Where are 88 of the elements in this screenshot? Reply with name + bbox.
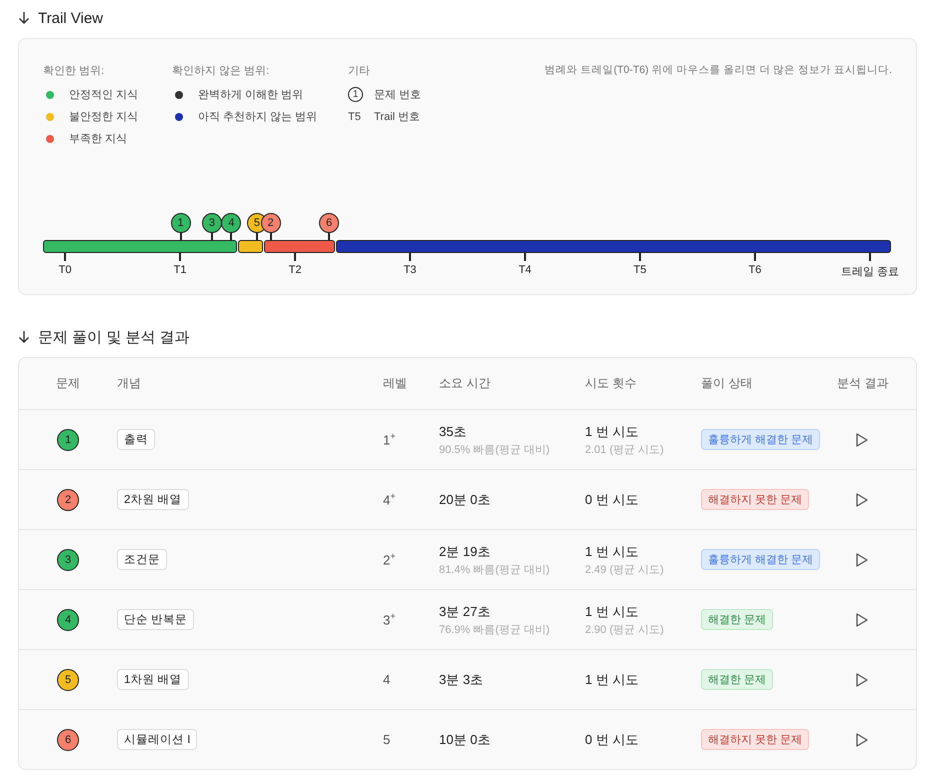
concept-tag: 1차원 배열 <box>117 669 189 690</box>
play-button[interactable] <box>855 672 869 688</box>
problem-number: 4 <box>57 608 79 630</box>
time-text: 35초 <box>439 422 468 440</box>
time-note: 81.4% 빠름(평균 대비) <box>439 562 551 576</box>
time-text: 10분 0초 <box>439 730 492 748</box>
legend-label: 아직 추천하지 않는 범위 <box>198 110 318 124</box>
play-button[interactable] <box>855 492 869 508</box>
concept-tag: 출력 <box>117 429 155 450</box>
play-button[interactable] <box>855 732 869 748</box>
column-header: 소요 시간 <box>439 375 492 392</box>
arrow-down-icon <box>18 330 30 344</box>
problem-marker[interactable]: 3 <box>202 213 222 233</box>
play-button[interactable] <box>855 612 869 628</box>
trail-label[interactable]: T4 <box>518 264 532 276</box>
time-text: 20분 0초 <box>439 490 492 508</box>
attempts-text: 0 번 시도 <box>585 490 640 508</box>
trail-label[interactable]: T6 <box>748 264 762 276</box>
legend-label: Trail 번호 <box>374 110 420 124</box>
time-text: 2분 19초 <box>439 542 492 560</box>
problem-marker[interactable]: 4 <box>221 213 242 233</box>
time-text: 3분 3초 <box>439 670 484 688</box>
trail-segment[interactable] <box>43 240 238 253</box>
trail-number-symbol: T5 <box>348 110 362 122</box>
attempts-note: 2.49 (평균 시도) <box>585 562 665 576</box>
status-badge: 해결하지 못한 문제 <box>701 489 810 510</box>
trail-label[interactable]: 트레일 종료 <box>840 264 899 279</box>
play-button[interactable] <box>855 552 869 568</box>
problem-marker[interactable]: 2 <box>260 213 281 233</box>
legend-label: 부족한 지식 <box>69 132 128 146</box>
legend-label: 문제 번호 <box>374 88 422 102</box>
status-badge: 훌륭하게 해결한 문제 <box>701 549 820 570</box>
legend-label: 안정적인 지식 <box>69 88 138 102</box>
legend-title: 기타 <box>348 64 371 78</box>
problem-marker[interactable]: 1 <box>170 213 191 233</box>
trail-segment[interactable] <box>238 240 263 253</box>
legend-title: 확인한 범위: <box>43 64 106 78</box>
hint-text: 범례와 트레일(T0-T6) 위에 마우스를 올리면 더 많은 정보가 표시됩니다. <box>544 63 892 78</box>
trail-label[interactable]: T1 <box>174 264 186 276</box>
attempts-text: 1 번 시도 <box>585 670 640 688</box>
trail-label[interactable]: T5 <box>634 264 646 276</box>
legend-label: 완벽하게 이해한 범위 <box>198 88 304 102</box>
trail-label[interactable]: T2 <box>288 264 302 276</box>
level-text: 5 <box>383 732 392 747</box>
column-header: 개념 <box>117 375 142 392</box>
column-header: 분석 결과 <box>837 375 890 392</box>
level-text: 2$^{+}$ <box>383 551 396 568</box>
legend-label: 불안정한 지식 <box>69 110 138 124</box>
trail-segment[interactable] <box>264 240 335 253</box>
problem-number: 1 <box>57 428 79 450</box>
concept-tag: 2차원 배열 <box>117 489 189 510</box>
column-header: 풀이 상태 <box>701 375 754 392</box>
status-badge: 해결한 문제 <box>701 669 774 690</box>
level-text: 1$^{+}$ <box>383 431 396 448</box>
column-header: 레벨 <box>383 375 408 392</box>
trail-label[interactable]: T3 <box>404 264 416 276</box>
attempts-note: 2.90 (평균 시도) <box>585 622 665 636</box>
attempts-text: 1 번 시도 <box>585 422 640 440</box>
section-title: 문제 풀이 및 분석 결과 <box>38 328 190 346</box>
problem-number-symbol: 1 <box>348 87 363 102</box>
time-note: 76.9% 빠름(평균 대비) <box>439 622 551 636</box>
attempts-text: 1 번 시도 <box>585 542 640 560</box>
status-badge: 훌륭하게 해결한 문제 <box>701 429 820 450</box>
time-note: 90.5% 빠름(평균 대비) <box>439 442 551 456</box>
trail-label[interactable]: T0 <box>58 264 72 276</box>
status-badge: 해결한 문제 <box>701 609 774 630</box>
concept-tag: 단순 반복문 <box>117 609 194 630</box>
attempts-text: 1 번 시도 <box>585 602 640 620</box>
legend-title: 확인하지 않은 범위: <box>172 64 270 78</box>
problem-number: 3 <box>57 548 79 570</box>
attempts-text: 0 번 시도 <box>585 730 640 748</box>
level-text: 4 <box>383 672 392 687</box>
problem-number: 2 <box>57 488 79 510</box>
column-header: 문제 <box>55 375 81 392</box>
concept-tag: 조건문 <box>117 549 167 570</box>
time-text: 3분 27초 <box>439 602 492 620</box>
status-badge: 해결하지 못한 문제 <box>701 729 810 750</box>
problem-number: 5 <box>57 668 79 690</box>
level-text: 3$^{+}$ <box>383 611 396 628</box>
play-button[interactable] <box>855 432 869 448</box>
column-header: 시도 횟수 <box>585 375 638 392</box>
arrow-down-icon <box>18 11 30 25</box>
problem-number: 6 <box>57 728 79 750</box>
section-title: Trail View <box>38 10 104 26</box>
attempts-note: 2.01 (평균 시도) <box>585 442 665 456</box>
level-text: 4$^{+}$ <box>383 491 396 508</box>
problem-marker[interactable]: 6 <box>319 213 340 233</box>
concept-tag: 시뮬레이션 I <box>117 729 198 750</box>
